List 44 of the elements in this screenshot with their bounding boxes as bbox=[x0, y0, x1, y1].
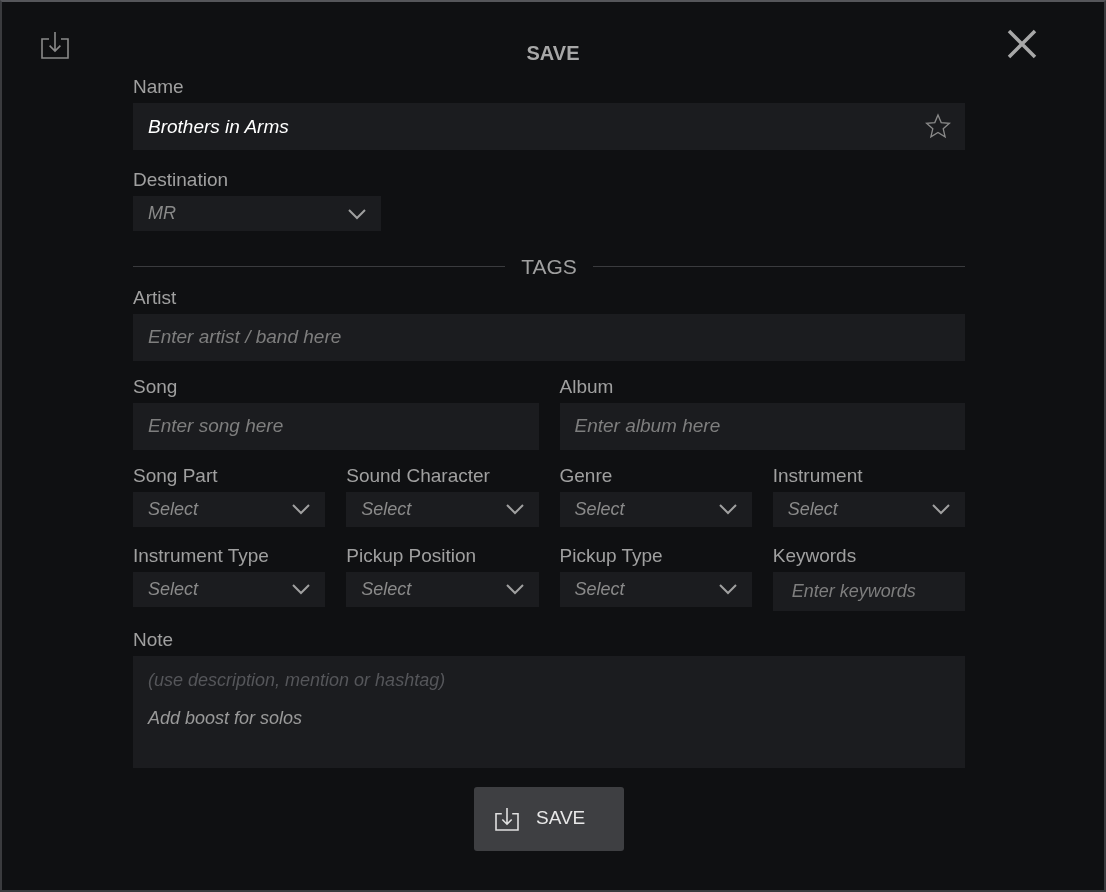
download-icon bbox=[494, 805, 520, 832]
field-label: Artist bbox=[133, 286, 177, 309]
destination-dropdown[interactable]: MR bbox=[133, 196, 381, 231]
select-dropdown[interactable]: Select bbox=[559, 571, 752, 607]
chevron-down-icon bbox=[717, 502, 738, 516]
chevron-down-icon bbox=[347, 206, 367, 221]
field-label: Instrument bbox=[772, 464, 863, 487]
close-button[interactable] bbox=[1006, 28, 1038, 60]
save-button[interactable]: SAVE bbox=[474, 786, 624, 851]
field-label: Genre bbox=[559, 464, 613, 487]
field-label: Destination bbox=[133, 169, 229, 191]
select-dropdown[interactable]: Select bbox=[346, 571, 539, 607]
input-field[interactable]: Enter song here bbox=[133, 402, 539, 450]
dialog-title: SAVE bbox=[526, 41, 580, 66]
section-heading: TAGS bbox=[521, 254, 577, 280]
select-dropdown[interactable]: Select bbox=[772, 491, 965, 527]
field-label: Keywords bbox=[772, 544, 857, 567]
chevron-down-icon bbox=[504, 582, 525, 596]
download-icon bbox=[40, 30, 70, 60]
select-dropdown[interactable]: Select bbox=[133, 571, 326, 607]
input-field[interactable]: Enter artist / band here bbox=[133, 313, 965, 361]
chevron-down-icon bbox=[291, 502, 312, 516]
star-icon[interactable] bbox=[925, 113, 951, 139]
field-label: Note bbox=[133, 628, 174, 651]
field-label: Name bbox=[133, 76, 184, 98]
name-field[interactable]: Brothers in Arms bbox=[133, 103, 965, 150]
close-icon bbox=[1006, 28, 1038, 60]
field-label: Instrument Type bbox=[133, 544, 269, 567]
field-label: Song bbox=[133, 375, 178, 398]
field-label: Pickup Type bbox=[559, 544, 663, 567]
field-label: Pickup Position bbox=[346, 544, 477, 567]
chevron-down-icon bbox=[504, 502, 525, 516]
field-label: Album bbox=[559, 375, 614, 398]
select-dropdown[interactable]: Select bbox=[133, 491, 326, 527]
chevron-down-icon bbox=[931, 502, 951, 516]
field-label: Song Part bbox=[133, 464, 218, 487]
input-field[interactable]: Enter album here bbox=[559, 402, 965, 450]
chevron-down-icon bbox=[291, 582, 312, 596]
select-dropdown[interactable]: Select bbox=[346, 491, 539, 527]
input-field[interactable]: Enter keywords bbox=[772, 571, 965, 611]
chevron-down-icon bbox=[717, 582, 738, 596]
field-label: Sound Character bbox=[346, 464, 490, 487]
select-dropdown[interactable]: Select bbox=[559, 491, 752, 527]
note-hint: (use description, mention or hashtag) bbox=[148, 668, 446, 692]
